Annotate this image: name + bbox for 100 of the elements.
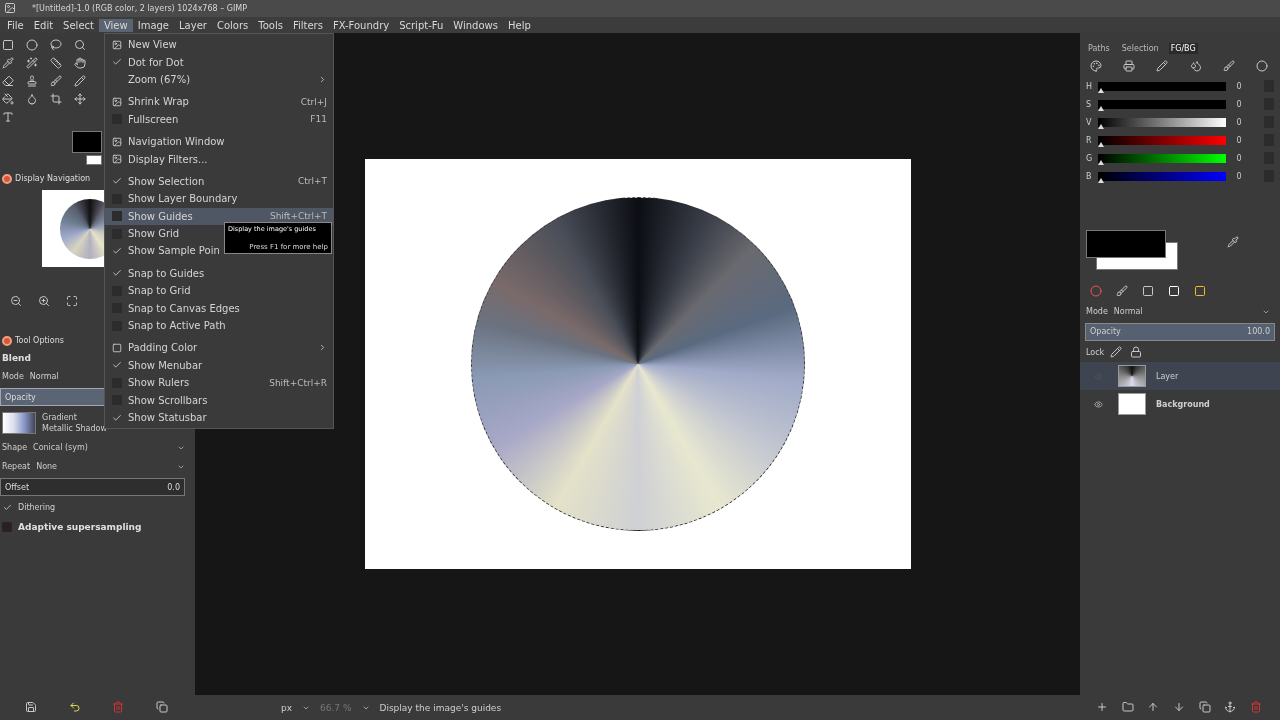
dock-tab[interactable]: FG/BG xyxy=(1168,42,1198,54)
slider-thumb[interactable] xyxy=(1097,105,1104,111)
folder-icon[interactable] xyxy=(1121,700,1136,715)
rectangle-select-icon[interactable] xyxy=(2,39,16,53)
channel-value[interactable]: 0 xyxy=(1230,153,1261,163)
dock-tab[interactable]: Display Navigation xyxy=(15,174,91,183)
menu-item[interactable]: View xyxy=(98,18,133,32)
menu-entry[interactable]: Fullscreen F11 xyxy=(105,110,333,128)
menu-entry[interactable]: Display Filters... xyxy=(105,150,333,168)
menu-item[interactable]: Help xyxy=(502,18,536,32)
duplicate-icon[interactable] xyxy=(1198,700,1213,715)
color-swatches-drawing[interactable] xyxy=(1086,230,1178,270)
layer-row[interactable]: Layer xyxy=(1080,362,1280,390)
menu-item[interactable]: Layer xyxy=(174,18,212,32)
menu-item[interactable]: Filters xyxy=(287,18,328,32)
slider-thumb[interactable] xyxy=(1097,87,1104,93)
menu-item[interactable]: Windows xyxy=(448,18,503,32)
color-slider[interactable] xyxy=(1097,117,1227,127)
checkbox[interactable] xyxy=(2,521,12,532)
zoom-out-icon[interactable] xyxy=(10,295,24,309)
lasso-icon[interactable] xyxy=(50,39,64,53)
slider-thumb[interactable] xyxy=(1097,159,1104,165)
pencil-icon[interactable] xyxy=(74,75,88,89)
menu-entry[interactable]: Show Guides Shift+Ctrl+T xyxy=(105,207,333,225)
channel-value[interactable]: 0 xyxy=(1230,99,1261,109)
move-icon[interactable] xyxy=(74,93,88,107)
wand-icon[interactable] xyxy=(26,57,40,71)
unit-selector[interactable]: px xyxy=(281,702,293,713)
slider-thumb[interactable] xyxy=(1097,141,1104,147)
menu-entry[interactable]: Snap to Guides xyxy=(105,264,333,283)
brush-icon[interactable] xyxy=(1116,285,1130,299)
ruler-icon[interactable] xyxy=(50,57,64,71)
square-icon[interactable] xyxy=(1168,285,1182,299)
mode-dropdown[interactable]: Normal xyxy=(1113,307,1270,316)
color-slider[interactable] xyxy=(1097,99,1227,109)
menu-entry[interactable]: Show Selection Ctrl+T xyxy=(105,172,333,191)
brush-icon[interactable] xyxy=(50,75,64,89)
square-icon[interactable] xyxy=(1142,285,1156,299)
color-slider[interactable] xyxy=(1097,153,1227,163)
channel-value[interactable]: 0 xyxy=(1230,117,1261,127)
checkbox[interactable] xyxy=(109,211,124,222)
menu-item[interactable]: File xyxy=(2,18,29,32)
channel-value[interactable]: 0 xyxy=(1230,171,1261,181)
repeat-dropdown[interactable]: None xyxy=(36,462,185,471)
menu-entry[interactable]: Dot for Dot xyxy=(105,53,333,71)
restore-icon[interactable] xyxy=(68,700,83,715)
menu-entry[interactable]: Snap to Canvas Edges xyxy=(105,299,333,317)
menu-item[interactable]: Colors xyxy=(211,18,254,32)
lock-pixels-icon[interactable] xyxy=(1110,345,1125,360)
pencil-icon[interactable] xyxy=(1156,60,1171,74)
stamp-icon[interactable] xyxy=(26,75,40,89)
text-tool-icon[interactable] xyxy=(2,111,16,125)
menu-entry[interactable]: Snap to Grid xyxy=(105,282,333,300)
color-slider[interactable] xyxy=(1097,171,1227,181)
square-icon[interactable] xyxy=(1194,285,1208,299)
ellipse-select-icon[interactable] xyxy=(26,39,40,53)
menu-entry[interactable]: Show Statusbar xyxy=(105,408,333,427)
offset-field[interactable]: Offset 0.0 xyxy=(0,478,185,496)
palette-icon[interactable] xyxy=(1089,60,1104,74)
circle-icon[interactable] xyxy=(1090,285,1104,299)
dock-tab[interactable]: Paths xyxy=(1086,42,1112,54)
bucket-icon[interactable] xyxy=(2,93,16,107)
eyedropper-icon[interactable] xyxy=(1226,236,1240,250)
hand-icon[interactable] xyxy=(74,57,88,71)
menu-item[interactable]: Tools xyxy=(253,18,288,32)
color-swatches-drawing[interactable] xyxy=(72,131,104,167)
menu-entry[interactable]: Navigation Window xyxy=(105,132,333,151)
droplets-icon[interactable] xyxy=(1189,60,1204,74)
zoom-fit-icon[interactable] xyxy=(66,295,80,309)
menu-entry[interactable]: New View xyxy=(105,36,333,54)
magnifier-icon[interactable] xyxy=(74,39,88,53)
opacity-slider[interactable]: Opacity 100.0 xyxy=(1085,323,1275,341)
menu-item[interactable]: FX-Foundry xyxy=(327,18,395,32)
checkbox[interactable] xyxy=(2,502,12,513)
eraser-icon[interactable] xyxy=(2,75,16,89)
menu-entry[interactable]: Zoom (67%) xyxy=(105,70,333,89)
slider-thumb[interactable] xyxy=(1097,177,1104,183)
menu-entry[interactable]: Padding Color xyxy=(105,339,333,357)
menu-item[interactable]: Select xyxy=(58,18,99,32)
mode-value[interactable]: Normal xyxy=(29,372,59,381)
channel-value[interactable]: 0 xyxy=(1230,135,1261,145)
layer-row[interactable]: Background xyxy=(1080,390,1280,418)
menu-item[interactable]: Edit xyxy=(28,18,59,32)
menu-item[interactable]: Image xyxy=(132,18,175,32)
menu-entry[interactable]: Show Menubar xyxy=(105,356,333,375)
shape-dropdown[interactable]: Conical (sym) xyxy=(33,443,185,452)
menu-entry[interactable]: Shrink Wrap Ctrl+J xyxy=(105,93,333,111)
channel-value[interactable]: 0 xyxy=(1230,81,1261,91)
brush-icon[interactable] xyxy=(1222,60,1237,74)
menu-entry[interactable]: Show Layer Boundary xyxy=(105,190,333,208)
menu-entry[interactable]: Snap to Active Path xyxy=(105,316,333,335)
pipette-icon[interactable] xyxy=(2,57,16,71)
slider-thumb[interactable] xyxy=(1097,123,1104,129)
menu-item[interactable]: Script-Fu xyxy=(394,18,449,32)
save-icon[interactable] xyxy=(24,700,39,715)
dock-tab[interactable]: Tool Options xyxy=(15,336,64,345)
gradient-swatch[interactable] xyxy=(2,412,36,434)
color-slider[interactable] xyxy=(1097,135,1227,145)
zoom-in-icon[interactable] xyxy=(38,295,52,309)
printer-icon[interactable] xyxy=(1123,60,1137,74)
